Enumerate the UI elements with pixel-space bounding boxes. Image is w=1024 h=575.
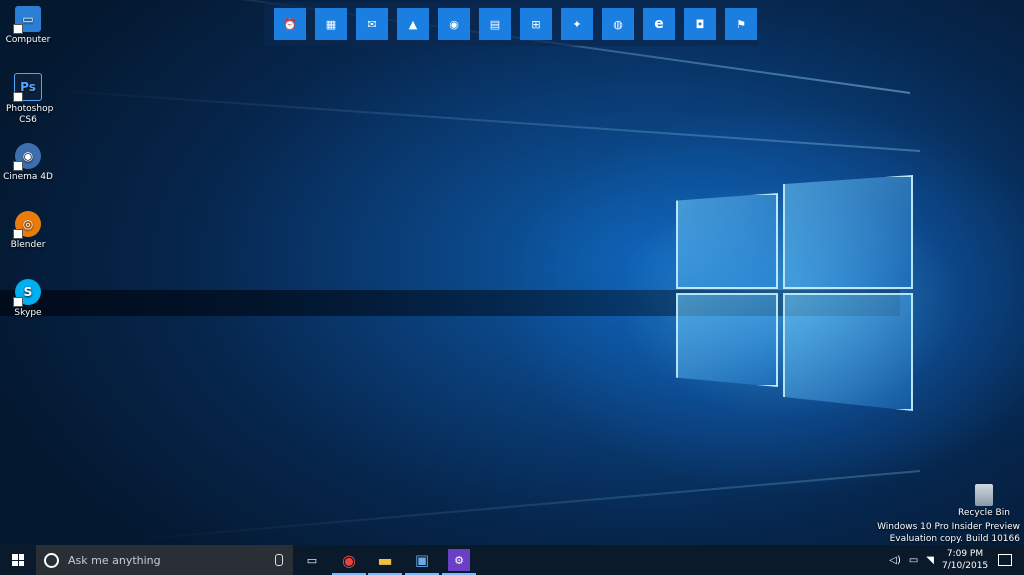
- people-button[interactable]: ⚑: [725, 8, 757, 40]
- desktop-icon-blender[interactable]: ◎ Blender: [0, 211, 56, 251]
- file-explorer-icon: ▬: [377, 550, 393, 570]
- app-launcher-toolbar: ⏰ ▦ ✉ ▲ ◉ ▤ ⊞ ✦ ◍ e ◘ ⚑: [264, 2, 758, 46]
- store-icon: ⊞: [531, 17, 541, 31]
- desktop-icon-label: Cinema 4D: [3, 172, 53, 182]
- blender-icon: ◎: [13, 211, 41, 239]
- windows-logo-pane: [676, 193, 778, 289]
- movies-icon: ▤: [489, 17, 501, 31]
- store-button[interactable]: ⊞: [520, 8, 552, 40]
- sports-button[interactable]: ✦: [561, 8, 593, 40]
- alarm-icon: ⏰: [283, 17, 297, 31]
- photoshop-icon: Ps: [13, 73, 42, 102]
- mail-button[interactable]: ✉: [356, 8, 388, 40]
- windows-logo-pane: [783, 293, 913, 411]
- calendar-button[interactable]: ▦: [315, 8, 347, 40]
- edge-icon: e: [654, 16, 664, 32]
- desktop-icon-cinema4d[interactable]: ◉ Cinema 4D: [0, 143, 56, 183]
- maps-button[interactable]: ◍: [602, 8, 634, 40]
- search-placeholder: Ask me anything: [68, 553, 161, 567]
- desktop-icon-recycle-bin[interactable]: Recycle Bin: [954, 484, 1014, 518]
- cinema4d-icon: ◉: [13, 143, 41, 171]
- build-watermark: Windows 10 Pro Insider Preview Evaluatio…: [877, 521, 1020, 545]
- recycle-bin-icon: [975, 484, 993, 506]
- chrome-button[interactable]: ◉: [332, 549, 366, 575]
- clock-time: 7:09 PM: [946, 549, 984, 559]
- desktop-icon-label: Blender: [10, 240, 46, 250]
- remote-desktop-button[interactable]: ▣: [405, 549, 439, 575]
- settings-app-button[interactable]: ⚙: [442, 549, 476, 575]
- volume-icon[interactable]: ◁): [889, 555, 901, 566]
- camera-button[interactable]: ◘: [684, 8, 716, 40]
- windows-icon: [12, 554, 24, 566]
- action-center-icon[interactable]: [998, 554, 1012, 566]
- desktop-icon-skype[interactable]: S Skype: [0, 279, 56, 319]
- maps-icon: ◍: [613, 17, 623, 31]
- groove-button[interactable]: ◉: [438, 8, 470, 40]
- desktop-icon-label: Photoshop CS6: [6, 104, 54, 125]
- battery-icon[interactable]: ▭: [909, 555, 918, 566]
- remote-desktop-icon: ▣: [414, 551, 430, 569]
- watermark-line: Evaluation copy. Build 10166: [889, 534, 1020, 544]
- edge-button[interactable]: e: [643, 8, 675, 40]
- chrome-icon: ◉: [342, 550, 356, 570]
- people-icon: ⚑: [736, 17, 746, 31]
- photos-icon: ▲: [408, 17, 418, 31]
- start-button[interactable]: [0, 545, 36, 575]
- photos-button[interactable]: ▲: [397, 8, 429, 40]
- desktop-icon-photoshop[interactable]: Ps Photoshop CS6: [0, 73, 56, 126]
- computer-icon: ▭: [13, 6, 41, 34]
- wifi-icon[interactable]: ◥: [926, 555, 934, 566]
- light-beam: [42, 88, 921, 152]
- alarm-button[interactable]: ⏰: [274, 8, 306, 40]
- mail-icon: ✉: [367, 17, 377, 31]
- cortana-search-box[interactable]: Ask me anything: [36, 545, 293, 575]
- calendar-icon: ▦: [325, 17, 337, 31]
- sports-icon: ✦: [572, 17, 582, 31]
- windows-logo-pane: [676, 293, 778, 387]
- taskbar-clock[interactable]: 7:09 PM 7/10/2015: [942, 548, 988, 572]
- cortana-icon: [44, 552, 59, 568]
- file-explorer-button[interactable]: ▬: [368, 549, 402, 575]
- desktop-icon-label: Skype: [14, 308, 42, 318]
- groove-icon: ◉: [449, 17, 459, 31]
- movies-button[interactable]: ▤: [479, 8, 511, 40]
- desktop-icon-label: Recycle Bin: [958, 508, 1010, 518]
- microphone-icon[interactable]: [275, 554, 283, 566]
- light-beam: [122, 470, 921, 542]
- windows-logo-pane: [783, 175, 913, 289]
- desktop-icon-label: Computer: [5, 35, 51, 45]
- task-view-button[interactable]: ▭: [301, 549, 323, 571]
- camera-icon: ◘: [695, 17, 705, 31]
- system-tray: ◁) ▭ ◥ 7:09 PM 7/10/2015: [889, 545, 1024, 575]
- settings-app-icon: ⚙: [454, 553, 464, 567]
- task-view-icon: ▭: [306, 553, 318, 567]
- skype-icon: S: [13, 279, 41, 307]
- clock-date: 7/10/2015: [942, 561, 989, 571]
- taskbar: Ask me anything ▭ ◉ ▬ ▣ ⚙ ◁) ▭ ◥ 7:09 PM…: [0, 545, 1024, 575]
- watermark-line: Windows 10 Pro Insider Preview: [877, 522, 1020, 532]
- desktop-icon-computer[interactable]: ▭ Computer: [0, 6, 56, 46]
